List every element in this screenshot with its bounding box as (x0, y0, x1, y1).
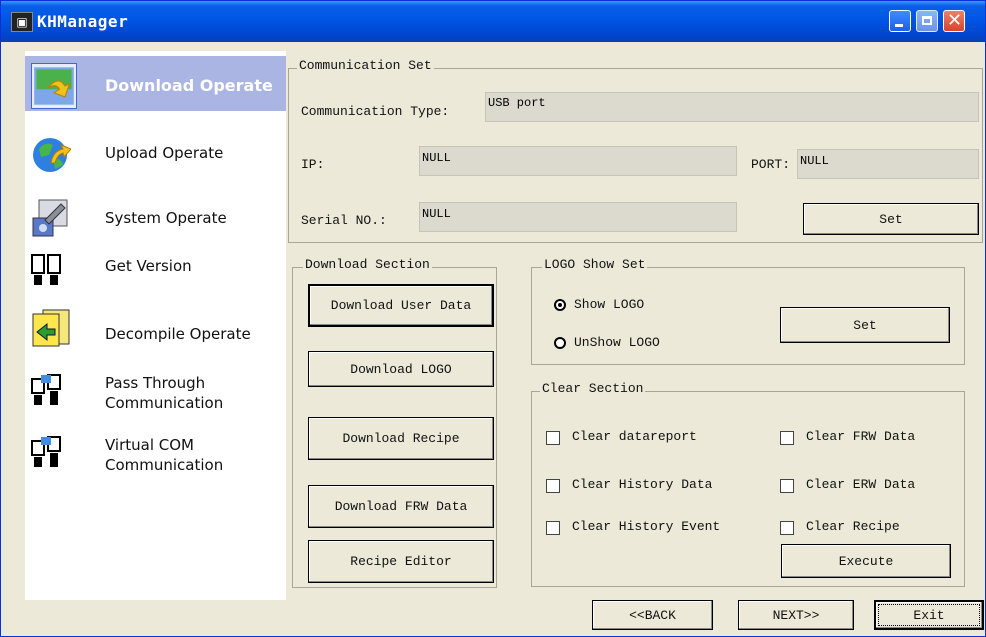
system-icon (32, 199, 68, 237)
communication-set-button[interactable]: Set (803, 203, 979, 235)
clear-history-event-label: Clear History Event (572, 519, 721, 534)
logo-show-set-title: LOGO Show Set (542, 257, 648, 272)
sidebar-item-upload-operate[interactable]: Upload Operate (25, 131, 286, 172)
radio-unselected-icon (554, 337, 566, 349)
exit-button[interactable]: Exit (874, 600, 984, 630)
main-window: ▣ KHManager ✕ Download Operate Upload Op… (0, 0, 986, 637)
checkbox-icon (780, 479, 794, 493)
unshow-logo-label: UnShow LOGO (574, 335, 660, 350)
recipe-editor-button[interactable]: Recipe Editor (308, 540, 494, 583)
checkbox-icon (780, 431, 794, 445)
show-logo-label: Show LOGO (574, 297, 645, 312)
download-icon (31, 63, 77, 109)
next-button[interactable]: NEXT>> (738, 600, 854, 630)
sidebar-item-label-line1: Pass Through (105, 374, 206, 392)
clear-history-data-checkbox[interactable]: Clear History Data (546, 477, 756, 497)
clear-datareport-checkbox[interactable]: Clear datareport (546, 429, 736, 449)
sidebar-item-label: Pass Through Communication (105, 373, 223, 413)
version-icon (31, 254, 61, 285)
maximize-button[interactable] (916, 10, 938, 32)
download-recipe-button[interactable]: Download Recipe (308, 417, 494, 460)
sidebar-item-virtual-com[interactable]: Virtual COM Communication (25, 433, 286, 478)
communication-type-label: Communication Type: (301, 104, 450, 119)
execute-button[interactable]: Execute (781, 544, 951, 578)
decompile-icon (32, 309, 70, 347)
communication-type-field[interactable]: USB port (485, 92, 979, 122)
upload-icon (33, 138, 71, 172)
sidebar-item-label-line1: Virtual COM (105, 436, 195, 454)
checkbox-icon (546, 431, 560, 445)
sidebar-item-decompile-operate[interactable]: Decompile Operate (25, 306, 286, 351)
clear-history-event-checkbox[interactable]: Clear History Event (546, 519, 768, 539)
ip-label: IP: (301, 157, 325, 172)
show-logo-radio[interactable]: Show LOGO (554, 297, 684, 317)
close-icon: ✕ (947, 10, 963, 31)
maximize-icon (922, 16, 932, 25)
port-field[interactable]: NULL (797, 149, 979, 179)
clear-recipe-label: Clear Recipe (806, 519, 900, 534)
clear-datareport-label: Clear datareport (572, 429, 697, 444)
sidebar-item-label-line2: Communication (105, 456, 224, 474)
serial-no-label: Serial NO.: (301, 213, 387, 228)
sidebar-item-system-operate[interactable]: System Operate (25, 196, 286, 241)
sidebar-item-download-operate[interactable]: Download Operate (25, 56, 286, 111)
clear-recipe-checkbox[interactable]: Clear Recipe (780, 519, 936, 539)
download-user-data-button[interactable]: Download User Data (308, 284, 494, 327)
communication-set-title: Communication Set (297, 58, 434, 73)
sidebar-item-label: Upload Operate (105, 144, 224, 162)
checkbox-icon (780, 521, 794, 535)
download-logo-button[interactable]: Download LOGO (308, 351, 494, 387)
sidebar-item-label: Virtual COM Communication (105, 435, 223, 475)
clear-history-data-label: Clear History Data (572, 477, 713, 492)
unshow-logo-radio[interactable]: UnShow LOGO (554, 335, 702, 357)
sidebar-item-get-version[interactable]: Get Version (25, 251, 286, 291)
sidebar-item-label: Decompile Operate (105, 325, 251, 343)
pass-through-icon (31, 374, 61, 405)
sidebar-item-label: System Operate (105, 209, 227, 227)
sidebar: Download Operate Upload Operate System O… (25, 51, 286, 600)
close-button[interactable]: ✕ (943, 10, 965, 32)
download-frw-data-button[interactable]: Download FRW Data (308, 485, 494, 528)
clear-erw-data-checkbox[interactable]: Clear ERW Data (780, 477, 956, 497)
title-bar[interactable]: ▣ KHManager ✕ (1, 1, 985, 42)
logo-set-button[interactable]: Set (780, 307, 950, 343)
sidebar-item-label-line2: Communication (105, 394, 224, 412)
radio-selected-icon (554, 299, 566, 311)
back-button[interactable]: <<BACK (592, 600, 713, 630)
clear-frw-data-checkbox[interactable]: Clear FRW Data (780, 429, 956, 449)
checkbox-icon (546, 479, 560, 493)
sidebar-item-label: Download Operate (105, 76, 273, 95)
minimize-button[interactable] (889, 10, 911, 32)
sidebar-item-pass-through[interactable]: Pass Through Communication (25, 371, 286, 416)
clear-frw-data-label: Clear FRW Data (806, 429, 916, 444)
clear-section-title: Clear Section (540, 381, 646, 396)
minimize-icon (895, 24, 903, 27)
checkbox-icon (546, 521, 560, 535)
serial-no-field[interactable]: NULL (419, 202, 737, 232)
port-label: PORT: (751, 157, 791, 172)
app-icon: ▣ (11, 12, 33, 32)
sidebar-item-label: Get Version (105, 257, 192, 275)
ip-field[interactable]: NULL (419, 146, 737, 176)
download-section-title: Download Section (303, 257, 432, 272)
clear-erw-data-label: Clear ERW Data (806, 477, 916, 492)
virtual-com-icon (31, 436, 61, 467)
window-title: KHManager (37, 12, 129, 31)
